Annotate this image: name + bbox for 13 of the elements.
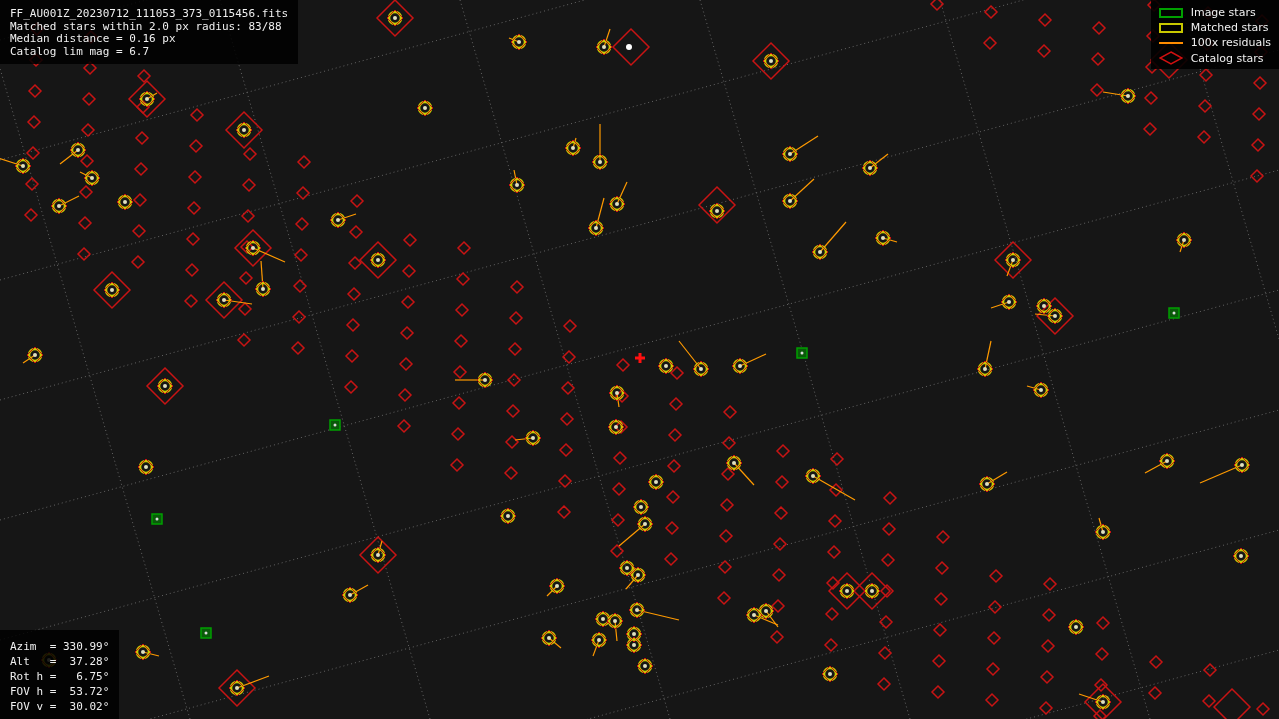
info-text: Matched stars within 2.0 px radius: 83/88	[10, 20, 282, 33]
legend-label: Image stars	[1190, 6, 1256, 19]
legend-label: Catalog stars	[1190, 51, 1264, 65]
pointing-text: FOV v = 30.02°	[10, 700, 110, 713]
pointing-text: Rot h = 6.75°	[10, 670, 110, 683]
info-text: Catalog lim mag = 6.7	[10, 45, 151, 58]
pointing-text: FOV h = 53.72°	[10, 685, 110, 698]
pointing-text: Alt = 37.28°	[10, 655, 110, 668]
legend-label: Matched stars	[1190, 21, 1269, 34]
info-text: FF_AU001Z_20230712_111053_373_0115456.fits	[10, 8, 289, 21]
pointing-text: Azim = 330.99°	[10, 640, 110, 653]
legend-label: 100x residuals	[1190, 36, 1271, 49]
info-text: Median distance = 0.16 px	[10, 33, 177, 46]
